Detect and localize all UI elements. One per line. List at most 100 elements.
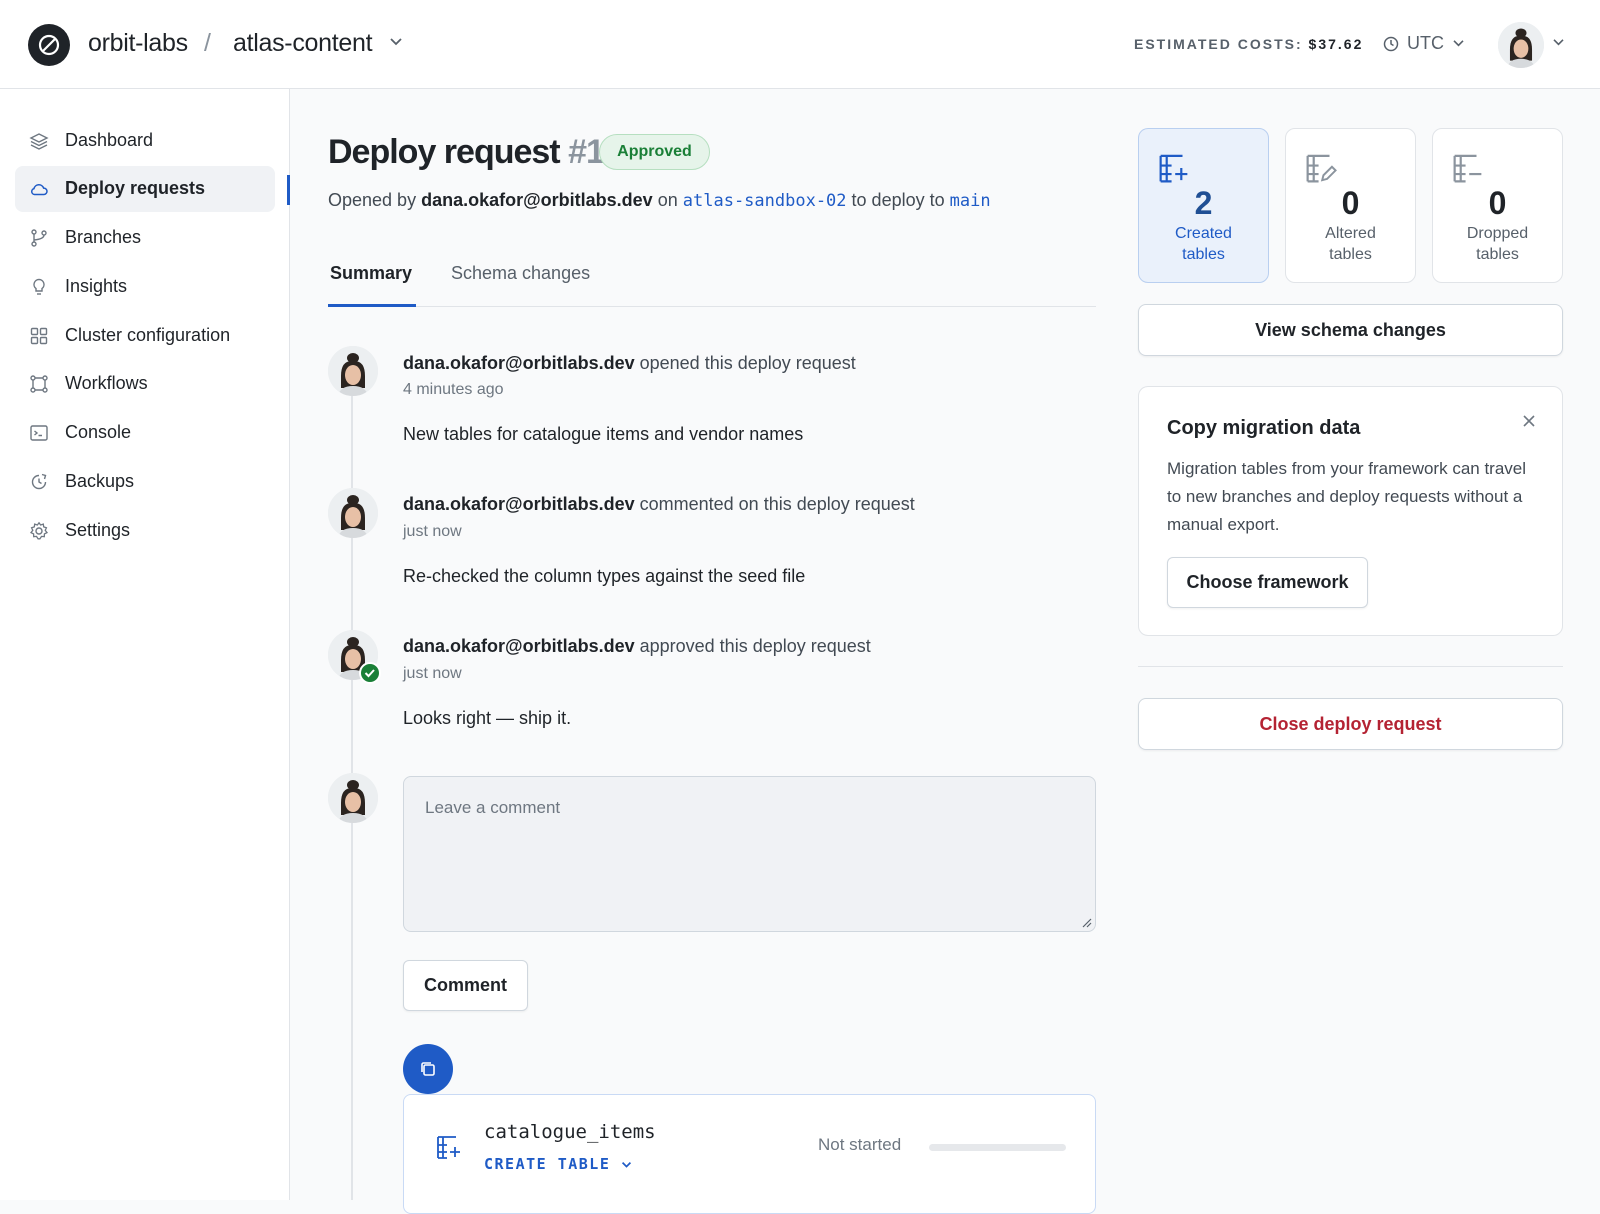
sidebar-item-label: Branches <box>65 227 142 247</box>
comment-input[interactable]: Leave a comment <box>403 776 1096 932</box>
sidebar-item-label: Insights <box>65 276 128 296</box>
sidebar-item-label: Cluster configuration <box>65 325 231 345</box>
tab-active-indicator <box>328 304 416 307</box>
table-action-toggle[interactable]: CREATE TABLE <box>484 1155 632 1173</box>
git-branch-icon <box>31 229 47 247</box>
event-time: just now <box>403 665 462 682</box>
approved-check-icon <box>359 662 381 684</box>
avatar[interactable] <box>328 773 378 823</box>
sidebar-item-label: Dashboard <box>65 130 154 150</box>
sidebar-item-cluster-configuration[interactable]: Cluster configuration <box>15 313 275 359</box>
stat-value: 2 <box>1194 185 1213 221</box>
event-time: 4 minutes ago <box>403 381 504 398</box>
sidebar-item-branches[interactable]: Branches <box>15 215 275 261</box>
on-word: on <box>657 190 678 210</box>
event-header: dana.okafor@orbitlabs.dev opened this de… <box>403 353 856 374</box>
opened-prefix: Opened by <box>328 190 417 210</box>
stat-label-line2: tables <box>1476 246 1519 263</box>
target-branch[interactable]: main <box>950 191 991 211</box>
deploy-to-text: to deploy to <box>851 190 945 210</box>
progress-bar <box>929 1144 1066 1151</box>
migration-card: Copy migration data Migration tables fro… <box>1138 386 1563 636</box>
event-author[interactable]: dana.okafor@orbitlabs.dev <box>403 636 635 656</box>
table-status: Not started <box>818 1135 902 1154</box>
stat-label: Altered tables <box>1286 223 1415 265</box>
database-name[interactable]: atlas-content <box>233 29 373 58</box>
event-action: commented on this deploy request <box>639 494 915 514</box>
author-email[interactable]: dana.okafor@orbitlabs.dev <box>421 190 653 210</box>
stat-label-line1: Altered <box>1325 225 1376 242</box>
layers-icon <box>29 133 49 150</box>
chevron-down-icon <box>621 1162 631 1168</box>
sidebar-item-insights[interactable]: Insights <box>15 264 275 310</box>
timezone-selector[interactable]: UTC <box>1383 33 1465 54</box>
sidebar-item-backups[interactable]: Backups <box>15 459 275 505</box>
breadcrumb-separator: / <box>204 29 211 57</box>
estimated-costs: ESTIMATED COSTS: $37.62 <box>1134 36 1363 52</box>
stat-label-line1: Dropped <box>1466 225 1529 242</box>
sidebar-item-console[interactable]: Console <box>15 410 275 456</box>
title-text: Deploy request <box>328 133 561 171</box>
sidebar: Dashboard Deploy requests Branches Insig… <box>0 89 290 1200</box>
sidebar-item-label: Workflows <box>65 373 148 393</box>
org-name[interactable]: orbit-labs <box>88 29 188 58</box>
clock-icon <box>1383 36 1399 51</box>
costs-value: $37.62 <box>1308 36 1364 52</box>
sidebar-item-label: Deploy requests <box>65 178 206 198</box>
stat-dropped-tables[interactable]: 0 Dropped tables <box>1432 128 1563 283</box>
close-icon[interactable] <box>1519 411 1539 431</box>
migration-text: Migration tables from your framework can… <box>1167 459 1527 534</box>
view-schema-changes-button[interactable]: View schema changes <box>1138 304 1563 356</box>
sidebar-item-deploy-requests[interactable]: Deploy requests <box>15 166 275 212</box>
close-deploy-request-button[interactable]: Close deploy request <box>1138 698 1563 750</box>
choose-framework-button[interactable]: Choose framework <box>1167 557 1368 608</box>
avatar[interactable] <box>328 488 378 538</box>
page-title: Deploy request #1 <box>328 133 605 172</box>
chevron-down-icon <box>1453 40 1464 47</box>
tab-schema-changes[interactable]: Schema changes <box>451 263 590 284</box>
event-author[interactable]: dana.okafor@orbitlabs.dev <box>403 494 635 514</box>
deploy-table-card: catalogue_items CREATE TABLE Not started <box>403 1094 1096 1214</box>
stat-label-line1: Created <box>1175 225 1232 242</box>
event-body: New tables for catalogue items and vendo… <box>403 424 804 444</box>
table-remove-icon <box>1453 154 1482 183</box>
stat-created-tables[interactable]: 2 Created tables <box>1138 128 1269 283</box>
table-edit-icon <box>1306 154 1337 183</box>
event-action: opened this deploy request <box>639 353 856 373</box>
terminal-icon <box>30 425 48 441</box>
migration-title: Copy migration data <box>1167 417 1361 439</box>
status-badge: Approved <box>599 134 710 170</box>
table-action: CREATE TABLE <box>484 1155 611 1173</box>
avatar[interactable] <box>328 346 378 396</box>
backup-clock-icon <box>31 473 47 490</box>
lightbulb-icon <box>33 278 45 295</box>
event-body: Looks right — ship it. <box>403 708 572 728</box>
event-header: dana.okafor@orbitlabs.dev approved this … <box>403 636 871 657</box>
logo-icon[interactable] <box>28 24 70 66</box>
stat-label-line2: tables <box>1329 246 1372 263</box>
sidebar-item-settings[interactable]: Settings <box>15 508 275 554</box>
stat-label: Dropped tables <box>1433 223 1562 265</box>
user-avatar[interactable] <box>1498 22 1544 68</box>
cloud-icon <box>31 184 48 196</box>
event-body: Re-checked the column types against the … <box>403 566 806 586</box>
event-author[interactable]: dana.okafor@orbitlabs.dev <box>403 353 635 373</box>
sidebar-item-label: Settings <box>65 520 131 540</box>
tab-summary[interactable]: Summary <box>330 263 412 284</box>
sidebar-item-dashboard[interactable]: Dashboard <box>15 118 275 164</box>
sidebar-item-label: Backups <box>65 471 135 491</box>
divider <box>1138 666 1563 667</box>
chevron-down-icon[interactable] <box>1552 38 1565 47</box>
sidebar-item-workflows[interactable]: Workflows <box>15 361 275 407</box>
source-branch[interactable]: atlas-sandbox-02 <box>683 191 847 211</box>
event-action: approved this deploy request <box>639 636 871 656</box>
chevron-down-icon[interactable] <box>389 37 403 47</box>
timezone-label: UTC <box>1407 33 1444 53</box>
opened-by-line: Opened by dana.okafor@orbitlabs.dev on a… <box>328 190 991 211</box>
comment-button[interactable]: Comment <box>403 960 528 1011</box>
table-add-icon <box>1159 154 1188 183</box>
stat-altered-tables[interactable]: 0 Altered tables <box>1285 128 1416 283</box>
event-time: just now <box>403 523 462 540</box>
resize-handle-icon[interactable] <box>1080 916 1092 928</box>
stat-value: 0 <box>1488 185 1507 221</box>
